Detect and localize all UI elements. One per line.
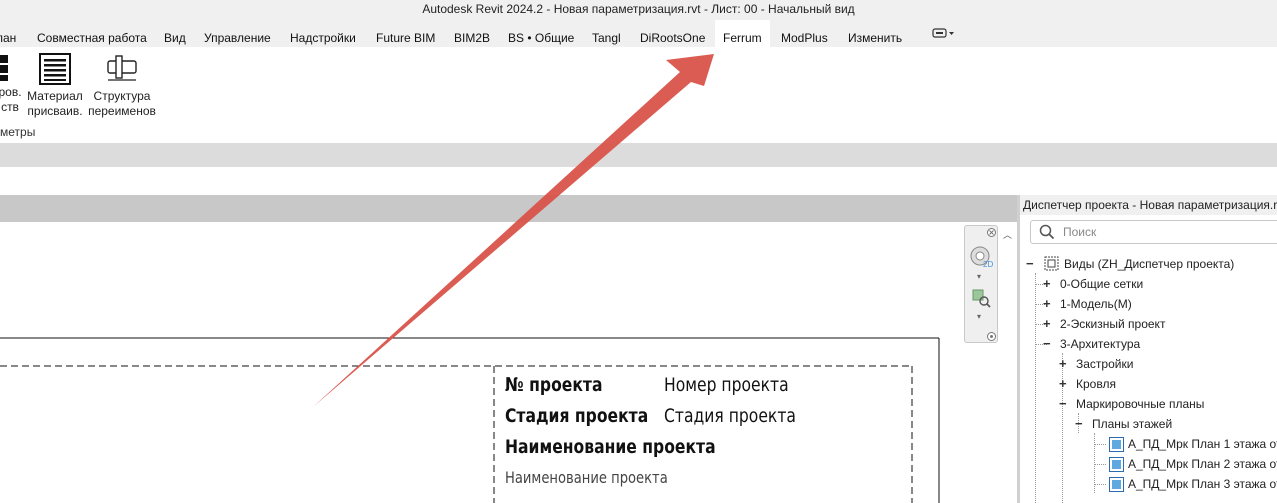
tree-label: А_ПД_Мрк План 3 этажа отм — [1128, 477, 1277, 491]
tree-guide — [1094, 464, 1106, 465]
scroll-up-icon[interactable]: ︿ — [1003, 228, 1012, 241]
expand-icon[interactable]: + — [1043, 277, 1052, 290]
chevron-down-icon[interactable]: ▾ — [977, 272, 981, 281]
svg-text:2D: 2D — [983, 260, 993, 269]
expand-icon[interactable]: + — [1043, 317, 1052, 330]
ribbon-button-rename-structure[interactable]: Структура переименов — [87, 53, 157, 119]
search-icon — [1039, 224, 1055, 243]
project-browser: Диспетчер проекта - Новая параметризация… — [1020, 195, 1277, 503]
stage-value: Стадия проекта — [664, 405, 796, 427]
navigation-bar: 2D ▾ ▾ — [964, 225, 998, 343]
ribbon-tab-bar: лан Совместная работа Вид Управление Над… — [0, 20, 1277, 48]
search-input[interactable]: Поиск — [1030, 220, 1277, 244]
tab-plan[interactable]: лан — [0, 20, 16, 46]
options-bar — [0, 143, 1277, 167]
ribbon-button-label: Материал — [27, 89, 83, 103]
ribbon-panel-label: метры — [0, 125, 36, 139]
floor-plan-icon — [1109, 477, 1124, 498]
panel-toggle-icon — [932, 28, 954, 38]
floor-plan-icon — [1109, 437, 1124, 458]
project-number-value: Номер проекта — [664, 374, 789, 396]
expand-icon[interactable]: + — [1043, 297, 1052, 310]
rename-structure-icon — [104, 53, 140, 85]
tab-future-bim[interactable]: Future BIM — [376, 20, 435, 46]
project-name-value: Наименование проекта — [505, 468, 668, 487]
tree-label: Маркировочные планы — [1076, 397, 1205, 411]
ribbon-button-label: переименов — [88, 104, 156, 118]
tab-tangl[interactable]: Tangl — [592, 20, 621, 46]
floor-plan-icon — [1109, 457, 1124, 478]
tree-label: 2-Эскизный проект — [1060, 317, 1166, 331]
chevron-down-icon[interactable]: ▾ — [977, 312, 981, 321]
options-icon[interactable] — [987, 330, 996, 344]
window-title: Autodesk Revit 2024.2 - Новая параметриз… — [0, 0, 1277, 20]
stage-label: Стадия проекта — [505, 405, 649, 427]
views-icon — [1044, 256, 1059, 277]
sheet-frame — [0, 337, 940, 503]
tab-modplus[interactable]: ModPlus — [781, 20, 828, 46]
collapse-icon[interactable]: − — [1043, 337, 1052, 350]
steering-wheel-2d-icon[interactable]: 2D — [969, 244, 995, 273]
close-icon[interactable] — [987, 226, 996, 240]
project-number-label: № проекта — [505, 374, 603, 396]
project-browser-title: Диспетчер проекта - Новая параметризация… — [1020, 195, 1277, 215]
tab-bim2b[interactable]: BIM2B — [454, 20, 490, 46]
ribbon-options-dropdown[interactable] — [932, 26, 956, 40]
tab-manage[interactable]: Управление — [204, 20, 271, 46]
tab-addins[interactable]: Надстройки — [290, 20, 356, 46]
tab-bs-general[interactable]: BS • Общие — [508, 20, 574, 46]
list-icon — [39, 53, 71, 85]
ribbon-button-label: Структура — [93, 89, 151, 103]
ribbon-panel: ров. ств Материал присваив. Структура пе… — [0, 47, 1277, 143]
ribbon-button-label: присваив. — [27, 104, 83, 118]
ribbon-button-material-assign[interactable]: Материал присваив. — [26, 53, 84, 119]
collapse-icon[interactable]: − — [1075, 417, 1084, 430]
tree-guide — [1094, 484, 1106, 485]
expand-icon[interactable]: + — [1059, 357, 1068, 370]
tree-label: А_ПД_Мрк План 2 этажа отм — [1128, 457, 1277, 471]
expand-icon[interactable]: + — [1059, 377, 1068, 390]
tab-ferrum[interactable]: Ferrum — [715, 20, 770, 48]
view-tab-bar — [0, 195, 1017, 222]
tab-view[interactable]: Вид — [164, 20, 186, 46]
tree-label: А_ПД_Мрк План 1 этажа отм — [1128, 437, 1277, 451]
canvas-scrollbar[interactable]: ︿ — [1000, 225, 1016, 503]
tree-root-views[interactable]: − Виды (ZH_Диспетчер проекта) — [1020, 254, 1277, 274]
tree-label: Кровля — [1076, 377, 1116, 391]
project-name-label: Наименование проекта — [505, 436, 716, 458]
tree-label: 1-Модель(М) — [1060, 297, 1132, 311]
collapse-icon[interactable]: − — [1059, 397, 1068, 410]
properties-strip — [0, 167, 1277, 195]
collapse-icon[interactable]: − — [1026, 257, 1035, 270]
search-placeholder: Поиск — [1063, 225, 1097, 239]
tree-guide — [1094, 444, 1106, 445]
tab-modify[interactable]: Изменить — [848, 20, 902, 46]
drawing-canvas[interactable]: № проекта Номер проекта Стадия проекта С… — [0, 222, 1017, 503]
grid-icon — [0, 53, 18, 81]
tree-label: Планы этажей — [1092, 417, 1173, 431]
tree-label: 3-Архитектура — [1060, 337, 1141, 351]
zoom-region-icon[interactable] — [971, 288, 991, 311]
tree-label: Виды (ZH_Диспетчер проекта) — [1064, 257, 1235, 271]
tree-guide — [1035, 273, 1036, 503]
tree-label: Застройки — [1076, 357, 1134, 371]
tree-label: 0-Общие сетки — [1060, 277, 1144, 291]
tab-collaborate[interactable]: Совместная работа — [37, 20, 147, 46]
tab-dirootsone[interactable]: DiRootsOne — [640, 20, 705, 46]
